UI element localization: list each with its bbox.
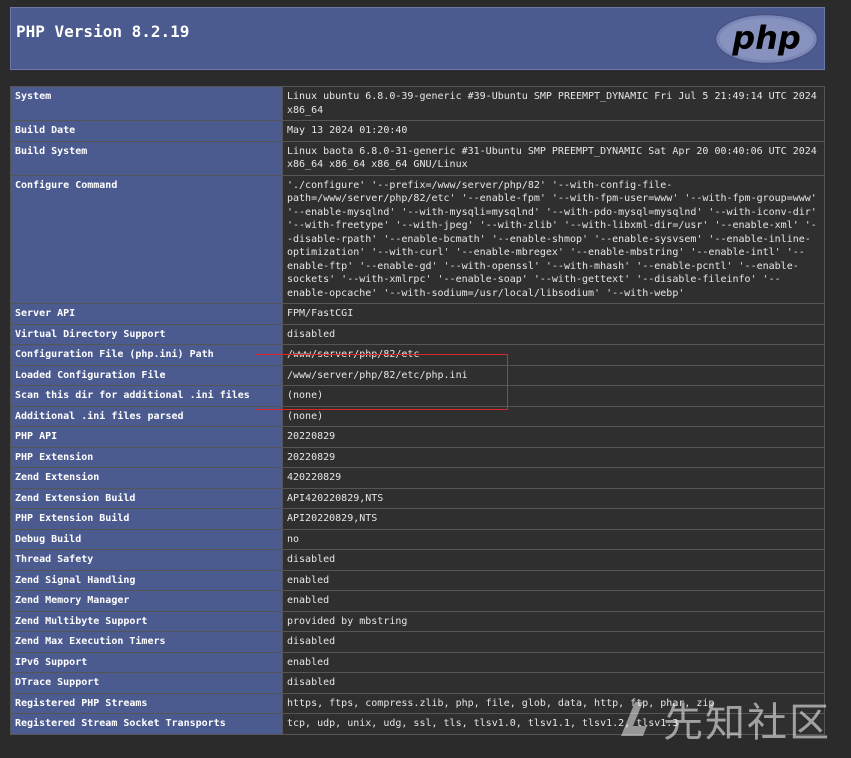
page-title: PHP Version 8.2.19: [16, 22, 190, 41]
table-row: Configure Command './configure' '--prefix…: [10, 174, 825, 304]
table-row: Zend Multibyte Support provided by mbstri…: [10, 610, 825, 632]
row-key: Registered Stream Socket Transports: [10, 713, 283, 735]
table-row: Loaded Configuration File/www/server/php…: [10, 364, 825, 386]
php-logo: php: [714, 13, 819, 65]
row-value: API20220829,NTS: [282, 508, 825, 530]
table-row: Zend Memory Manager enabled: [10, 590, 825, 612]
row-key: Configure Command: [10, 174, 283, 304]
phpinfo-header: PHP Version 8.2.19 php: [10, 7, 825, 70]
row-key: PHP Extension: [10, 446, 283, 468]
row-value: May 13 2024 01:20:40: [282, 120, 825, 142]
row-key: System: [10, 86, 283, 121]
row-key: Configuration File (php.ini) Path: [10, 344, 283, 366]
table-row: Zend Signal Handling enabled: [10, 569, 825, 591]
row-value: './configure' '--prefix=/www/server/php/…: [282, 174, 825, 304]
row-key: Debug Build: [10, 528, 283, 550]
row-key: Scan this dir for additional .ini files: [10, 385, 283, 407]
row-key: Server API: [10, 303, 283, 325]
row-key: PHP API: [10, 426, 283, 448]
table-row: IPv6 Support enabled: [10, 651, 825, 673]
row-key: Build Date: [10, 120, 283, 142]
watermark-text: 先知社区: [663, 700, 831, 746]
row-key: Zend Multibyte Support: [10, 610, 283, 632]
row-key: Additional .ini files parsed: [10, 405, 283, 427]
row-key: PHP Extension Build: [10, 508, 283, 530]
row-value: enabled: [282, 590, 825, 612]
row-key: Zend Max Execution Timers: [10, 631, 283, 653]
row-key: Registered PHP Streams: [10, 692, 283, 714]
row-key: Build System: [10, 140, 283, 176]
row-value: disabled: [282, 631, 825, 653]
table-row: System Linux ubuntu 6.8.0-39-generic #39-…: [10, 86, 825, 121]
row-key: DTrace Support: [10, 672, 283, 694]
row-key: Zend Extension Build: [10, 487, 283, 509]
table-row: Zend Extension 420220829: [10, 467, 825, 489]
table-row: Debug Build no: [10, 528, 825, 550]
watermark: 先知社区: [613, 690, 831, 748]
phpinfo-table: System Linux ubuntu 6.8.0-39-generic #39-…: [10, 86, 825, 735]
row-value: API420220829,NTS: [282, 487, 825, 509]
table-row: PHP Extension 20220829: [10, 446, 825, 468]
row-value: FPM/FastCGI: [282, 303, 825, 325]
row-value: 20220829: [282, 446, 825, 468]
table-row: Scan this dir for additional .ini files(…: [10, 385, 825, 407]
row-value: (none): [282, 385, 825, 407]
row-value: no: [282, 528, 825, 550]
row-value: Linux baota 6.8.0-31-generic #31-Ubuntu …: [282, 140, 825, 176]
table-row: Virtual Directory Support disabled: [10, 323, 825, 345]
row-value: provided by mbstring: [282, 610, 825, 632]
php-logo-text: php: [731, 19, 801, 57]
row-value: /www/server/php/82/etc/php.ini: [282, 364, 825, 386]
table-row: Zend Max Execution Timers disabled: [10, 631, 825, 653]
table-row: Build Date May 13 2024 01:20:40: [10, 120, 825, 142]
row-value: disabled: [282, 549, 825, 571]
row-value: Linux ubuntu 6.8.0-39-generic #39-Ubuntu…: [282, 86, 825, 121]
table-row: PHP Extension Build API20220829,NTS: [10, 508, 825, 530]
row-value: /www/server/php/82/etc: [282, 344, 825, 366]
row-key: IPv6 Support: [10, 651, 283, 673]
table-row: Configuration File (php.ini) Path/www/se…: [10, 344, 825, 366]
table-row: Zend Extension Build API420220829,NTS: [10, 487, 825, 509]
table-row: Server API FPM/FastCGI: [10, 303, 825, 325]
row-key: Loaded Configuration File: [10, 364, 283, 386]
row-value: disabled: [282, 323, 825, 345]
row-value: 20220829: [282, 426, 825, 448]
row-value: 420220829: [282, 467, 825, 489]
row-key: Zend Memory Manager: [10, 590, 283, 612]
table-row: Additional .ini files parsed (none): [10, 405, 825, 427]
row-key: Zend Extension: [10, 467, 283, 489]
row-value: enabled: [282, 651, 825, 673]
row-value: (none): [282, 405, 825, 427]
row-value: enabled: [282, 569, 825, 591]
row-key: Virtual Directory Support: [10, 323, 283, 345]
table-row: Thread Safety disabled: [10, 549, 825, 571]
table-row: Build System Linux baota 6.8.0-31-generic…: [10, 140, 825, 176]
table-row: PHP API 20220829: [10, 426, 825, 448]
watermark-logo-icon: [621, 702, 647, 736]
row-key: Zend Signal Handling: [10, 569, 283, 591]
row-key: Thread Safety: [10, 549, 283, 571]
